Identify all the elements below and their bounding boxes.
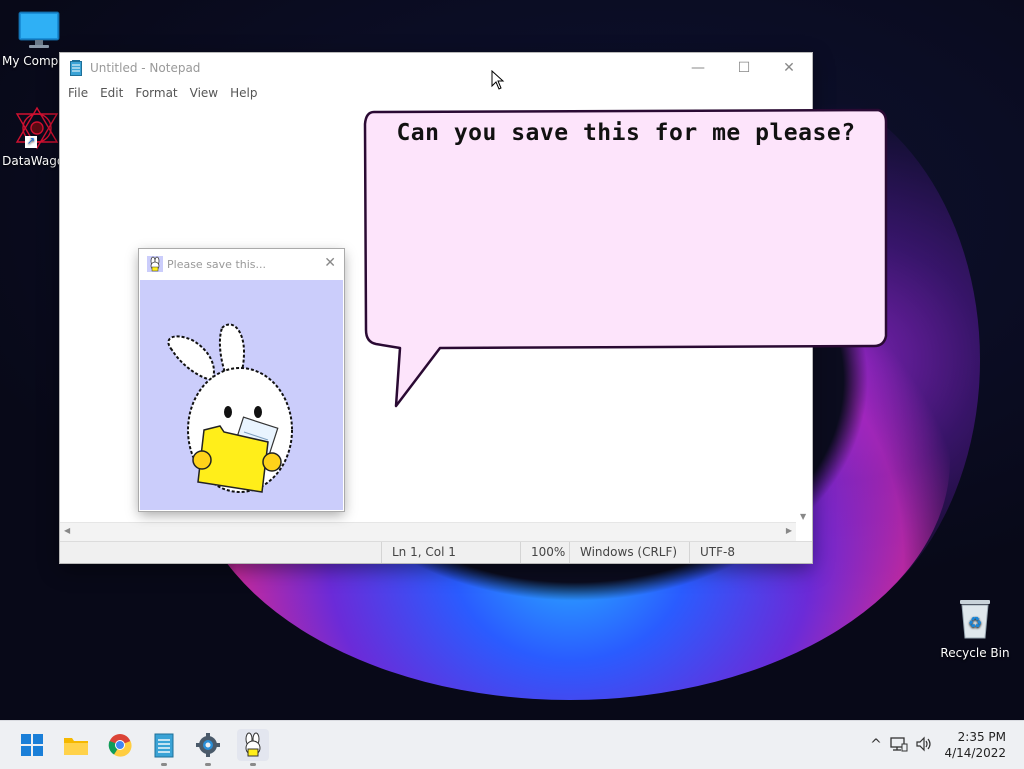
taskbar-file-explorer[interactable]: [60, 729, 92, 761]
desktop-icon-recycle-bin[interactable]: ♻ Recycle Bin: [940, 596, 1010, 660]
status-zoom: 100%: [520, 542, 571, 563]
taskbar-chrome[interactable]: [104, 729, 136, 761]
clock-time: 2:35 PM: [957, 730, 1006, 744]
menu-view[interactable]: View: [184, 86, 224, 100]
notepad-icon: [154, 733, 174, 758]
bunny-holding-folder-image: [167, 323, 293, 493]
running-indicator: [205, 763, 211, 766]
chrome-icon: [108, 734, 132, 757]
popup-title: Please save this...: [167, 257, 266, 271]
taskbar-bunny-app[interactable]: [237, 729, 269, 766]
taskbar-notepad[interactable]: [148, 729, 180, 766]
recycle-bin-icon: ♻: [955, 596, 995, 640]
taskbar-settings[interactable]: [192, 729, 224, 766]
speech-bubble-shape: [363, 108, 888, 408]
speech-bubble: Can you save this for me please?: [362, 108, 890, 410]
popup-title-bar[interactable]: Please save this... ✕: [139, 249, 344, 279]
popup-close-button[interactable]: ✕: [324, 255, 336, 271]
running-indicator: [250, 763, 256, 766]
bunny-app-icon: [147, 256, 163, 272]
popup-body: [140, 280, 343, 510]
menu-edit[interactable]: Edit: [94, 86, 129, 100]
speech-bubble-text: Can you save this for me please?: [396, 120, 856, 146]
settings-icon: [196, 733, 220, 757]
clock-date: 4/14/2022: [944, 746, 1006, 760]
svg-text:♻: ♻: [968, 613, 982, 632]
menu-file[interactable]: File: [62, 86, 94, 100]
notepad-icon: [70, 60, 82, 76]
maximize-button[interactable]: ☐: [721, 53, 767, 83]
notepad-title-bar[interactable]: Untitled - Notepad — ☐ ✕: [60, 53, 812, 83]
scroll-left-arrow-icon[interactable]: ◀: [64, 526, 70, 535]
status-cursor-position: Ln 1, Col 1: [381, 542, 522, 563]
computer-icon: [17, 10, 61, 50]
bunny-app-icon: [245, 732, 261, 757]
show-hidden-icons-chevron-icon[interactable]: ^: [866, 737, 886, 753]
scroll-right-arrow-icon[interactable]: ▶: [786, 526, 792, 535]
menu-bar: File Edit Format View Help: [60, 83, 812, 103]
status-line-endings: Windows (CRLF): [569, 542, 690, 563]
status-bar: Ln 1, Col 1 100% Windows (CRLF) UTF-8: [60, 541, 812, 563]
minimize-button[interactable]: —: [675, 53, 721, 83]
window-title: Untitled - Notepad: [90, 61, 201, 75]
taskbar-clock[interactable]: 2:35 PM 4/14/2022: [944, 729, 1006, 761]
status-encoding: UTF-8: [689, 542, 800, 563]
save-request-popup[interactable]: Please save this... ✕: [139, 249, 344, 511]
scroll-down-arrow-icon[interactable]: ▼: [800, 512, 806, 521]
start-button[interactable]: [16, 729, 48, 761]
desktop-icon-label: Recycle Bin: [940, 646, 1010, 660]
datawagon-icon: ↗: [13, 106, 61, 150]
running-indicator: [161, 763, 167, 766]
shortcut-arrow-icon: ↗: [25, 136, 37, 148]
menu-format[interactable]: Format: [129, 86, 183, 100]
mouse-cursor-icon: [491, 70, 505, 90]
volume-icon[interactable]: [912, 736, 936, 755]
system-tray: ^: [866, 721, 936, 769]
start-icon: [21, 734, 43, 756]
taskbar: ^ 2:35 PM 4/14/2022: [0, 720, 1024, 769]
menu-help[interactable]: Help: [224, 86, 263, 100]
close-button[interactable]: ✕: [766, 53, 812, 83]
file-explorer-icon: [64, 738, 88, 755]
network-icon[interactable]: [886, 736, 912, 755]
horizontal-scrollbar[interactable]: ◀ ▶: [60, 522, 796, 541]
